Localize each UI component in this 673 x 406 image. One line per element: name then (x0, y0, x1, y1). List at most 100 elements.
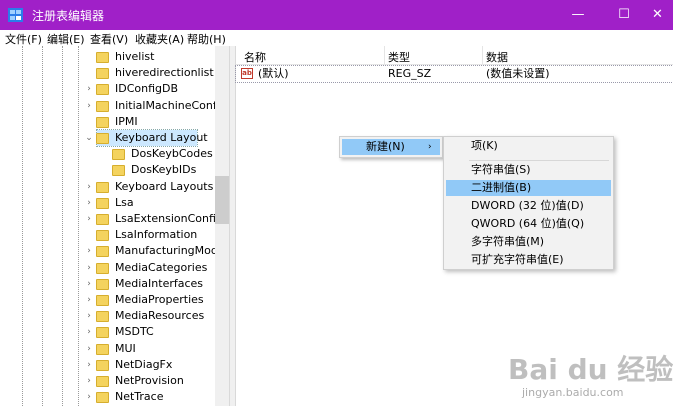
chevron-right-icon[interactable]: › (85, 243, 93, 259)
menu-favorites[interactable]: 收藏夹(A) (135, 31, 184, 47)
tree-item[interactable]: › InitialMachineConfig (87, 98, 227, 114)
chevron-right-icon[interactable]: › (85, 81, 93, 97)
column-header-type[interactable]: 类型 (388, 49, 410, 65)
chevron-down-icon[interactable]: ⌄ (85, 130, 93, 146)
tree-item-label: MUI (115, 341, 136, 355)
string-value-icon: ab (241, 68, 253, 79)
chevron-right-icon: › (428, 142, 432, 152)
window-title: 注册表编辑器 (32, 9, 105, 23)
tree-item-label: NetTrace (115, 390, 164, 404)
submenu-item-label: 字符串值(S) (471, 163, 531, 176)
tree-item[interactable]: LsaInformation (96, 227, 207, 243)
folder-icon (96, 246, 109, 258)
tree-item-label: NetDiagFx (115, 357, 173, 371)
menu-bar: 文件(F) 编辑(E) 查看(V) 收藏夹(A) 帮助(H) (0, 30, 673, 46)
tree-item[interactable]: › MediaResources (87, 308, 207, 324)
menu-item-new-label: 新建(N) (366, 140, 405, 153)
tree-item[interactable]: › MediaProperties (87, 292, 207, 308)
folder-icon (96, 181, 109, 193)
tree-item[interactable]: › MediaCategories (87, 260, 207, 276)
folder-icon (96, 295, 109, 306)
tree-item[interactable]: ⌄ Keyboard Layout (85, 129, 208, 147)
submenu-item-label: 项(K) (471, 139, 498, 152)
context-menu: 新建(N) › (339, 136, 443, 158)
minimize-button[interactable]: — (558, 0, 598, 30)
submenu-item-binary-value[interactable]: 二进制值(B) (446, 180, 611, 196)
submenu-item-expandable-string-value[interactable]: 可扩充字符串值(E) (446, 252, 611, 268)
menu-file[interactable]: 文件(F) (5, 31, 42, 47)
chevron-right-icon[interactable]: › (85, 389, 93, 405)
registry-tree[interactable]: hivelist hiveredirectionlist › IDConfigDB › I… (0, 46, 229, 406)
tree-item[interactable]: › Keyboard Layouts (87, 179, 213, 195)
column-divider[interactable] (482, 46, 483, 65)
tree-scrollbar-thumb[interactable] (215, 176, 229, 224)
column-header-name[interactable]: 名称 (244, 49, 266, 65)
submenu-item-string-value[interactable]: 字符串值(S) (446, 162, 611, 178)
chevron-right-icon[interactable]: › (85, 292, 93, 308)
chevron-right-icon[interactable]: › (85, 373, 93, 389)
submenu-item-multi-string-value[interactable]: 多字符串值(M) (446, 234, 611, 250)
chevron-right-icon[interactable]: › (85, 179, 93, 195)
folder-icon (96, 343, 109, 355)
chevron-right-icon[interactable]: › (85, 276, 93, 292)
folder-icon (96, 100, 109, 112)
tree-item[interactable]: › IDConfigDB (87, 81, 207, 97)
tree-scrollbar[interactable] (215, 46, 229, 406)
baidu-watermark: Bai du 经验 jingyan.baidu.com (508, 348, 673, 404)
submenu-item-label: 二进制值(B) (471, 181, 532, 194)
menu-view[interactable]: 查看(V) (90, 31, 128, 47)
maximize-button[interactable]: ☐ (604, 0, 644, 30)
tree-item[interactable]: › Lsa (87, 195, 207, 211)
chevron-right-icon[interactable]: › (85, 341, 93, 357)
chevron-right-icon[interactable]: › (85, 260, 93, 276)
tree-item-label: MSDTC (115, 325, 154, 339)
close-button[interactable]: ✕ (642, 0, 673, 30)
menu-item-new[interactable]: 新建(N) › (342, 139, 440, 155)
chevron-right-icon[interactable]: › (85, 308, 93, 324)
submenu-item-label: 可扩充字符串值(E) (471, 253, 564, 266)
submenu-item-dword-value[interactable]: DWORD (32 位)值(D) (446, 198, 611, 214)
tree-item[interactable]: › MediaInterfaces (87, 276, 207, 292)
tree-item[interactable]: hivelist (96, 49, 207, 65)
submenu-item-key[interactable]: 项(K) (446, 138, 611, 154)
submenu-item-label: QWORD (64 位)值(Q) (471, 217, 585, 230)
chevron-right-icon[interactable]: › (85, 211, 93, 227)
watermark-url: jingyan.baidu.com (522, 386, 624, 399)
chevron-right-icon[interactable]: › (85, 195, 93, 211)
tree-item[interactable]: › NetTrace (87, 389, 207, 405)
tree-item-label: Lsa (115, 195, 134, 209)
tree-item-label: NetProvision (115, 374, 184, 387)
tree-item-label: ManufacturingMode (115, 244, 225, 258)
new-submenu: 项(K) 字符串值(S) 二进制值(B) DWORD (32 位)值(D) QW… (443, 136, 614, 270)
tree-item[interactable]: IPMI (96, 114, 207, 130)
tree-item-label: Keyboard Layouts (115, 179, 214, 193)
folder-icon (96, 311, 109, 323)
folder-icon (96, 214, 109, 225)
tree-item-label: MediaInterfaces (115, 276, 204, 290)
chevron-right-icon[interactable]: › (85, 357, 93, 373)
tree-item[interactable]: › MUI (87, 341, 207, 357)
tree-item[interactable]: › NetProvision (87, 373, 207, 389)
tree-item[interactable]: › LsaExtensionConfig (87, 211, 223, 227)
column-header-data[interactable]: 数据 (486, 49, 508, 65)
tree-guide-line (78, 46, 79, 406)
menu-edit[interactable]: 编辑(E) (47, 31, 85, 47)
tree-item[interactable]: hiveredirectionlist (96, 65, 214, 81)
tree-item-label: DosKeybCodes (131, 147, 213, 161)
folder-icon (96, 116, 109, 128)
chevron-right-icon[interactable]: › (85, 98, 93, 114)
table-row[interactable]: ab (默认) REG_SZ (数值未设置) (235, 65, 673, 83)
chevron-right-icon[interactable]: › (85, 324, 93, 340)
menu-help[interactable]: 帮助(H) (187, 31, 226, 47)
submenu-item-qword-value[interactable]: QWORD (64 位)值(Q) (446, 216, 611, 232)
tree-item[interactable]: › ManufacturingMode (87, 243, 225, 259)
tree-item[interactable]: DosKeybIDs (112, 162, 223, 178)
tree-item-label: DosKeybIDs (131, 163, 197, 177)
tree-item[interactable]: › MSDTC (87, 324, 207, 340)
tree-guide-line (62, 46, 63, 406)
tree-item[interactable]: DosKeybCodes (112, 146, 223, 162)
column-divider[interactable] (384, 46, 385, 65)
folder-icon (96, 359, 109, 371)
tree-item[interactable]: › NetDiagFx (87, 357, 207, 373)
pane-splitter[interactable] (229, 46, 236, 406)
